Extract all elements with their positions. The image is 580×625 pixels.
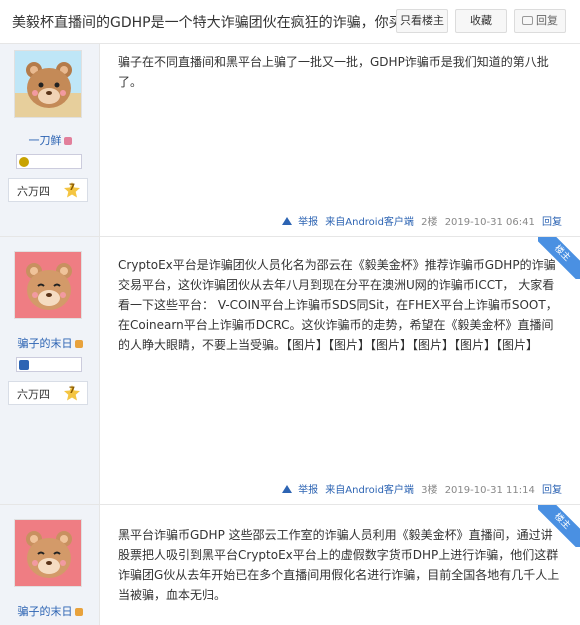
report-link[interactable]: 举报 — [278, 485, 318, 496]
username-text: 一刀鲜 — [28, 134, 62, 147]
level-bar — [16, 154, 82, 169]
avatar[interactable] — [14, 251, 82, 319]
bear-avatar-icon — [15, 51, 81, 117]
rank-star-icon: 7 — [63, 384, 81, 402]
client-link[interactable]: 来自Android客户端 — [325, 217, 414, 228]
post-floor-2: 一刀鲜 六万四 7 骗子在不同直播间和黑平台上骗了一批又一批，GDHP诈骗币是我… — [0, 44, 580, 237]
post-reply-link[interactable]: 回复 — [542, 485, 562, 496]
rank-text: 六万四 — [17, 185, 50, 198]
post-footer: 举报 来自Android客户端 2楼 2019-10-31 06:41 回复 — [274, 213, 562, 228]
avatar[interactable] — [14, 519, 82, 587]
rank-text: 六万四 — [17, 388, 50, 401]
comment-icon — [522, 15, 533, 25]
username-text: 骗子的末日 — [17, 605, 73, 618]
post-floor-4: 骗子的末日 楼主 黑平台诈骗币GDHP 这些邵云工作室的诈骗人员利用《毅美金杯》… — [0, 505, 580, 625]
post-floor-3: 骗子的末日 六万四 7 楼主 CryptoEx平台是诈骗团伙人员化名为邵云在《毅… — [0, 237, 580, 505]
username[interactable]: 骗子的末日 — [0, 603, 100, 619]
rank-box: 六万四 7 — [8, 178, 88, 202]
thread-page: 美毅杯直播间的GDHP是一个特大诈骗团伙在疯狂的诈骗，你买了 只看楼主 收藏 回… — [0, 0, 580, 625]
post-content: 骗子在不同直播间和黑平台上骗了一批又一批，GDHP诈骗币是我们知道的第八批了。 — [118, 55, 549, 89]
post-sidebar: 骗子的末日 六万四 7 — [0, 237, 100, 504]
warning-icon — [282, 485, 293, 493]
thread-header: 美毅杯直播间的GDHP是一个特大诈骗团伙在疯狂的诈骗，你买了 只看楼主 收藏 回… — [0, 0, 580, 44]
favorite-button[interactable]: 收藏 — [455, 9, 507, 33]
floor-number: 3楼 — [421, 485, 438, 496]
rank-star-icon: 7 — [63, 181, 81, 199]
post-sidebar: 一刀鲜 六万四 7 — [0, 44, 100, 236]
report-link[interactable]: 举报 — [278, 217, 318, 228]
post-footer: 举报 来自Android客户端 3楼 2019-10-31 11:14 回复 — [274, 481, 562, 496]
username[interactable]: 骗子的末日 — [0, 335, 100, 351]
post-content: 黑平台诈骗币GDHP 这些邵云工作室的诈骗人员利用《毅美金杯》直播间，通过讲股票… — [118, 528, 560, 602]
warning-icon — [282, 217, 293, 225]
rank-level: 7 — [68, 183, 76, 193]
bear-avatar-icon — [15, 520, 81, 586]
rank-level: 7 — [68, 386, 76, 396]
username[interactable]: 一刀鲜 — [0, 132, 100, 148]
user-badge-icon — [74, 608, 83, 616]
user-badge-icon — [63, 137, 72, 145]
rank-box: 六万四 7 — [8, 381, 88, 405]
level-icon — [19, 360, 29, 370]
post-content: CryptoEx平台是诈骗团伙人员化名为邵云在《毅美金杯》推荐诈骗币GDHP的诈… — [118, 258, 558, 352]
post-reply-link[interactable]: 回复 — [542, 217, 562, 228]
reply-button[interactable]: 回复 — [514, 9, 566, 33]
level-bar — [16, 357, 82, 372]
bear-avatar-icon — [15, 252, 81, 318]
report-label: 举报 — [298, 485, 319, 496]
level-icon — [19, 157, 29, 167]
reply-button-label: 回复 — [536, 14, 558, 27]
floor-number: 2楼 — [421, 217, 438, 228]
username-text: 骗子的末日 — [17, 337, 73, 350]
avatar[interactable] — [14, 50, 82, 118]
post-time: 2019-10-31 11:14 — [444, 485, 535, 496]
post-sidebar: 骗子的末日 — [0, 505, 100, 625]
client-link[interactable]: 来自Android客户端 — [325, 485, 414, 496]
only-owner-button[interactable]: 只看楼主 — [396, 9, 448, 33]
thread-title: 美毅杯直播间的GDHP是一个特大诈骗团伙在疯狂的诈骗，你买了 — [12, 15, 417, 31]
report-label: 举报 — [298, 217, 319, 228]
user-badge-icon — [74, 340, 83, 348]
post-time: 2019-10-31 06:41 — [444, 217, 535, 228]
